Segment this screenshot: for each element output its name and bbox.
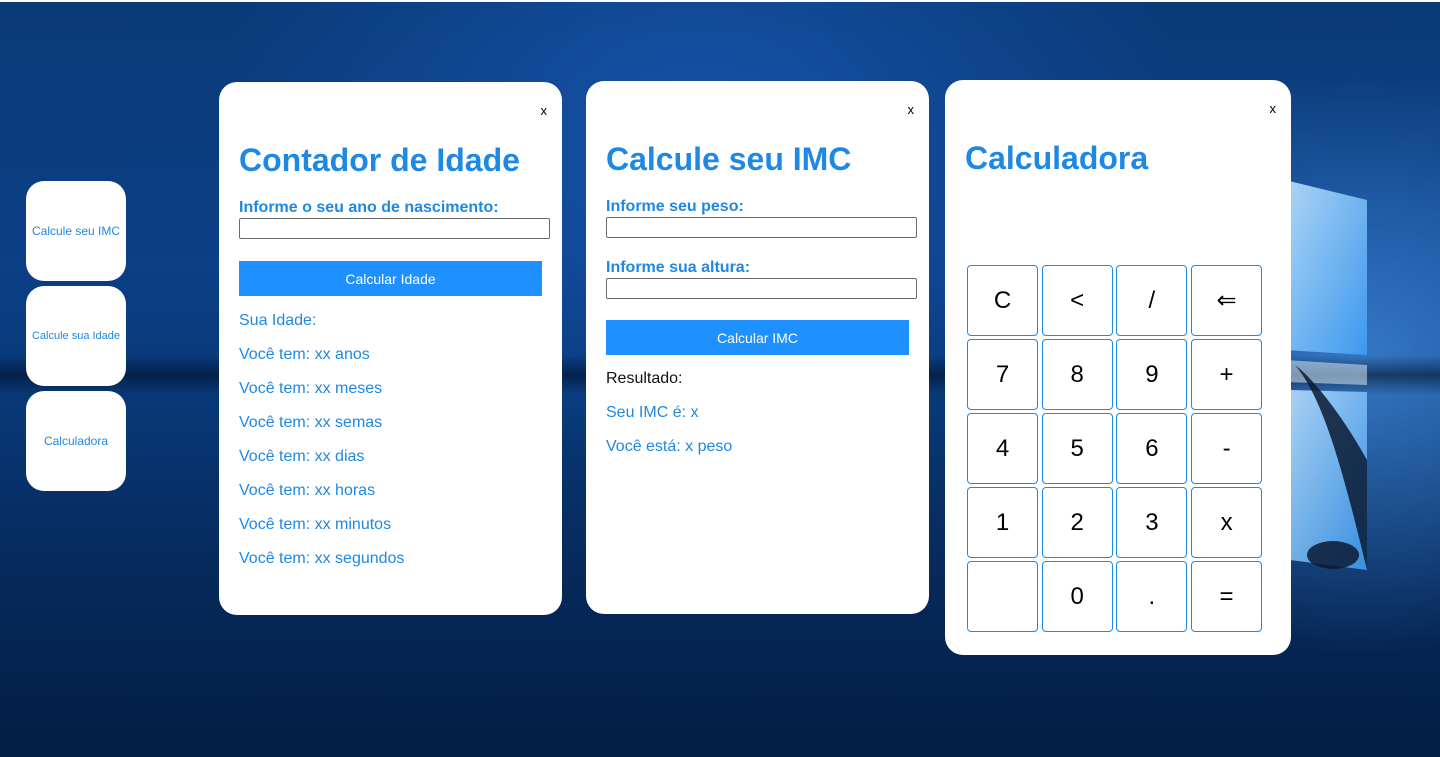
calc-key-backspace[interactable]: ⇐	[1191, 265, 1263, 336]
calculadora-window: x Calculadora C < / ⇐ 7 8 9 + 4 5 6 - 1 …	[945, 80, 1291, 655]
dock-imc-label: Calcule seu IMC	[31, 224, 121, 238]
dock-idade-label: Calcule sua Idade	[31, 330, 121, 342]
calc-key-1[interactable]: 1	[967, 487, 1038, 558]
birth-year-input[interactable]	[239, 218, 550, 239]
calc-key-9[interactable]: 9	[1116, 339, 1188, 410]
peso-label: Informe seu peso:	[606, 198, 744, 215]
dock-calculadora-label: Calculadora	[43, 434, 109, 448]
calc-key-clear[interactable]: C	[967, 265, 1038, 336]
imc-title: Calcule seu IMC	[606, 141, 852, 177]
top-border	[0, 0, 1440, 2]
idade-result-anos: Você tem: xx anos	[239, 346, 370, 363]
peso-input[interactable]	[606, 217, 917, 238]
imc-window: x Calcule seu IMC Informe seu peso: Info…	[586, 81, 929, 614]
altura-label: Informe sua altura:	[606, 259, 751, 276]
idade-result-horas: Você tem: xx horas	[239, 482, 376, 499]
calc-key-6[interactable]: 6	[1116, 413, 1188, 484]
calc-key-less-than[interactable]: <	[1041, 265, 1113, 336]
calc-key-3[interactable]: 3	[1116, 487, 1188, 558]
birth-year-label: Informe o seu ano de nascimento:	[239, 199, 499, 216]
calc-key-plus[interactable]: +	[1191, 339, 1263, 410]
calc-key-4[interactable]: 4	[967, 413, 1038, 484]
calc-title: Calculadora	[965, 140, 1149, 176]
calc-key-empty[interactable]	[967, 561, 1038, 632]
imc-close-button[interactable]: x	[908, 103, 915, 117]
idade-result-header: Sua Idade:	[239, 312, 317, 329]
idade-window: x Contador de Idade Informe o seu ano de…	[219, 82, 562, 615]
idade-result-meses: Você tem: xx meses	[239, 380, 383, 397]
windows-logo-graphic	[1285, 180, 1367, 570]
calcular-idade-button[interactable]: Calcular Idade	[239, 261, 542, 296]
idade-result-minutos: Você tem: xx minutos	[239, 516, 392, 533]
calcular-imc-button[interactable]: Calcular IMC	[606, 320, 909, 355]
idade-result-segundos: Você tem: xx segundos	[239, 550, 405, 567]
calc-key-8[interactable]: 8	[1041, 339, 1113, 410]
idade-result-semanas: Você tem: xx semas	[239, 414, 383, 431]
calc-key-2[interactable]: 2	[1041, 487, 1113, 558]
idade-result-dias: Você tem: xx dias	[239, 448, 365, 465]
imc-result-status: Você está: x peso	[606, 438, 733, 455]
altura-input[interactable]	[606, 278, 917, 299]
dock-idade-button[interactable]: Calcule sua Idade	[26, 286, 126, 386]
calc-key-0[interactable]: 0	[1041, 561, 1113, 632]
calc-key-multiply[interactable]: x	[1191, 487, 1263, 558]
calc-keypad: C < / ⇐ 7 8 9 + 4 5 6 - 1 2 3 x 0 . =	[967, 265, 1263, 632]
calc-key-7[interactable]: 7	[967, 339, 1038, 410]
imc-result-value: Seu IMC é: x	[606, 404, 699, 421]
calc-key-5[interactable]: 5	[1041, 413, 1113, 484]
calc-key-minus[interactable]: -	[1191, 413, 1263, 484]
calc-key-decimal[interactable]: .	[1116, 561, 1188, 632]
calc-key-equals[interactable]: =	[1191, 561, 1263, 632]
calc-close-button[interactable]: x	[1270, 102, 1277, 116]
idade-title: Contador de Idade	[239, 142, 520, 178]
dock-imc-button[interactable]: Calcule seu IMC	[26, 181, 126, 281]
imc-result-header: Resultado:	[606, 370, 683, 387]
idade-close-button[interactable]: x	[541, 104, 548, 118]
calc-key-divide[interactable]: /	[1116, 265, 1188, 336]
dock-calculadora-button[interactable]: Calculadora	[26, 391, 126, 491]
